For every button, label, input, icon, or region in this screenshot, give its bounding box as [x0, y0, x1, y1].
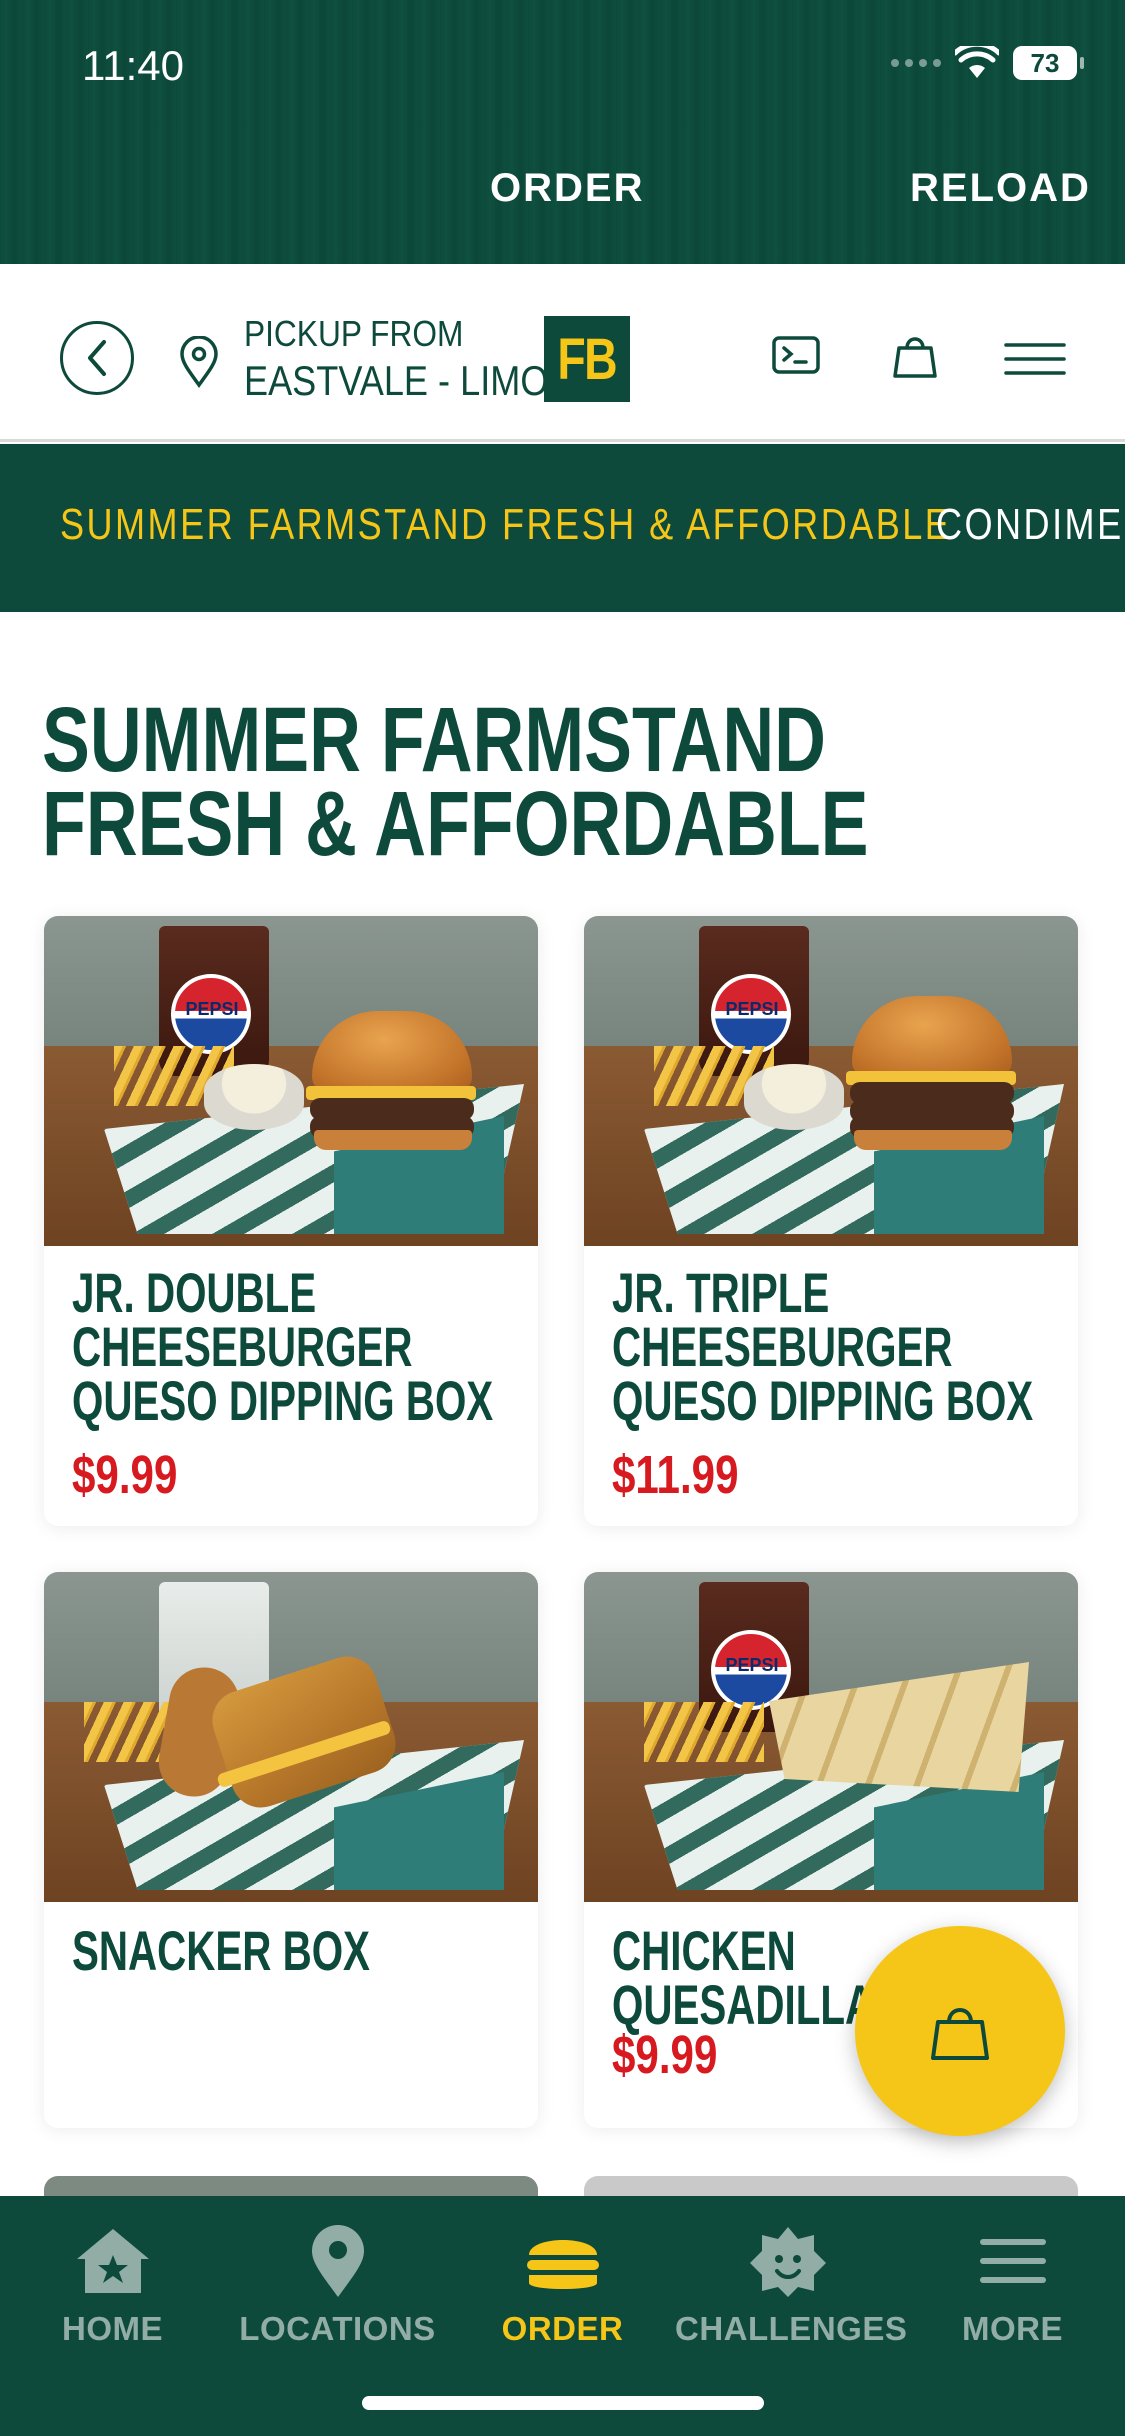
product-name: JR. TRIPLE CHEESEBURGER QUESO DIPPING BO…: [612, 1261, 1034, 1432]
top-header: 11:40 73 ORDER RELOAD: [0, 0, 1125, 264]
product-card-jr-triple[interactable]: PEPSI JR. TRIPLE CHEESEBURGER QUESO DIPP…: [584, 916, 1078, 1526]
tab-challenges-label: CHALLENGES: [675, 2310, 908, 2347]
bag-icon: [931, 2008, 989, 2060]
pepsi-logo-text: PEPSI: [725, 1655, 779, 1675]
section-title: SUMMER FARMSTAND FRESH & AFFORDABLE: [42, 689, 869, 875]
category-tabs: SUMMER FARMSTAND FRESH & AFFORDABLE COND…: [0, 444, 1125, 612]
product-image: [44, 1572, 538, 1902]
tab-more[interactable]: MORE: [900, 2216, 1125, 2348]
tab-home-label: HOME: [62, 2310, 163, 2347]
tab-locations-label: LOCATIONS: [239, 2310, 436, 2347]
product-image: PEPSI: [584, 916, 1078, 1246]
tab-challenges[interactable]: CHALLENGES: [675, 2216, 908, 2348]
challenge-badge-icon: [749, 2227, 826, 2297]
tab-order-label: ORDER: [501, 2310, 624, 2347]
pickup-bar: PICKUP FROM EASTVALE - LIMO... FB: [0, 274, 1125, 442]
product-name: JR. DOUBLE CHEESEBURGER QUESO DIPPING BO…: [72, 1261, 494, 1432]
status-time: 11:40: [82, 42, 184, 89]
product-card-jr-double[interactable]: PEPSI JR. DOUBLE CHEESEBURGER QUESO DIPP…: [44, 916, 538, 1526]
tab-home[interactable]: HOME: [0, 2216, 225, 2348]
status-icons: 73: [891, 46, 1084, 80]
pepsi-logo-text: PEPSI: [725, 999, 779, 1019]
wifi-icon: [955, 46, 999, 78]
pepsi-logo-text: PEPSI: [185, 999, 239, 1019]
burger-icon: [526, 2240, 599, 2289]
floating-bag-button[interactable]: [855, 1926, 1065, 2136]
location-pin-icon: [180, 336, 218, 388]
back-arrow-icon: [88, 340, 106, 376]
brand-logo-text: FB: [557, 326, 618, 392]
location-pin-icon: [311, 2225, 364, 2297]
hamburger-menu-icon[interactable]: [1004, 342, 1066, 376]
tab-more-label: MORE: [962, 2310, 1063, 2347]
product-price: $9.99: [612, 2025, 718, 2085]
product-image: PEPSI: [44, 916, 538, 1246]
pickup-label[interactable]: PICKUP FROM: [244, 312, 463, 356]
terminal-card-icon[interactable]: [772, 334, 820, 376]
category-tab-condiments[interactable]: CONDIMEN: [936, 500, 1125, 550]
signal-icon: [891, 59, 941, 67]
product-image: PEPSI: [584, 1572, 1078, 1902]
product-name: SNACKER BOX: [72, 1919, 370, 1982]
category-tab-summer-farmstand[interactable]: SUMMER FARMSTAND FRESH & AFFORDABLE: [60, 500, 951, 550]
bag-icon[interactable]: [890, 330, 940, 380]
tab-order[interactable]: ORDER: [450, 2216, 675, 2348]
product-price: $9.99: [72, 1445, 178, 1505]
product-card-snacker-box[interactable]: SNACKER BOX: [44, 1572, 538, 2128]
home-indicator[interactable]: [362, 2396, 764, 2410]
top-nav-reload[interactable]: RELOAD: [910, 166, 1091, 211]
home-star-icon: [76, 2229, 149, 2293]
top-nav-order[interactable]: ORDER: [490, 166, 644, 211]
menu-lines-icon: [979, 2239, 1046, 2283]
tab-locations[interactable]: LOCATIONS: [225, 2216, 450, 2348]
product-price: $11.99: [612, 1445, 739, 1505]
back-button[interactable]: [60, 321, 134, 395]
brand-logo[interactable]: FB: [544, 316, 630, 402]
battery-indicator: 73: [1013, 46, 1084, 80]
pickup-location[interactable]: EASTVALE - LIMO...: [244, 356, 579, 406]
